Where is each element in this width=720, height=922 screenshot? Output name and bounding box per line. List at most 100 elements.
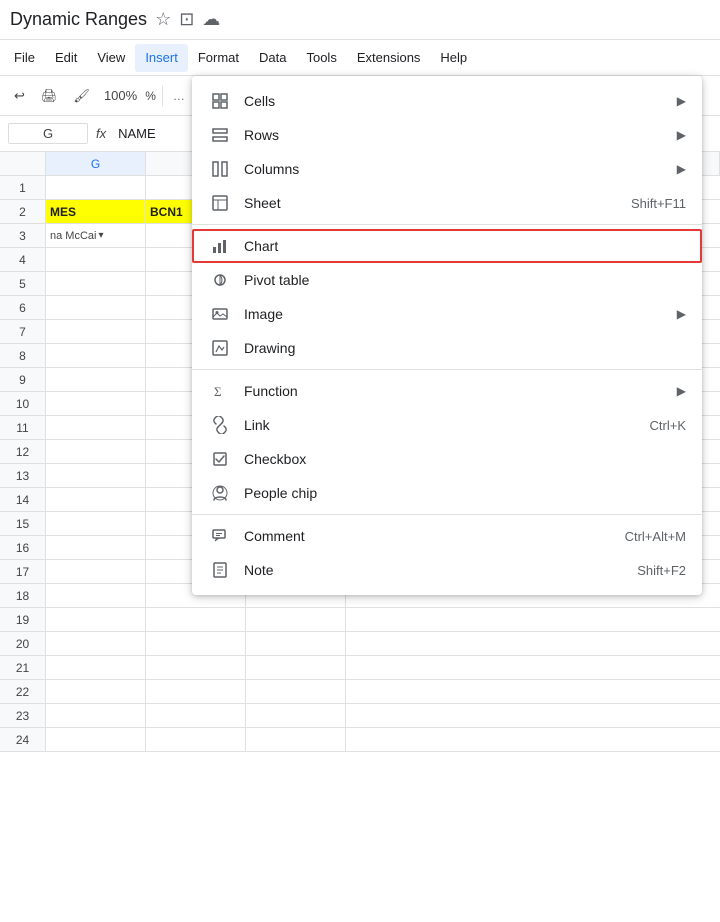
- cell[interactable]: [46, 416, 146, 439]
- undo-button[interactable]: ↩: [8, 84, 31, 108]
- people-label: People chip: [244, 485, 686, 501]
- cell[interactable]: [46, 584, 146, 607]
- menu-help[interactable]: Help: [430, 44, 477, 72]
- cell-reference[interactable]: G: [8, 123, 88, 144]
- note-icon: [208, 561, 232, 579]
- cell[interactable]: [46, 272, 146, 295]
- insert-image-item[interactable]: Image ▶: [192, 297, 702, 331]
- cell[interactable]: [46, 248, 146, 271]
- table-row: 22: [0, 680, 720, 704]
- cell[interactable]: [46, 728, 146, 751]
- insert-drawing-item[interactable]: Drawing: [192, 331, 702, 365]
- image-icon: [208, 305, 232, 323]
- cell[interactable]: [46, 344, 146, 367]
- table-row: 20: [0, 632, 720, 656]
- menu-data[interactable]: Data: [249, 44, 296, 72]
- table-row: 23: [0, 704, 720, 728]
- note-label: Note: [244, 562, 597, 578]
- row-num: 24: [0, 728, 46, 751]
- cell[interactable]: [246, 608, 346, 631]
- insert-chart-item[interactable]: Chart: [192, 229, 702, 263]
- insert-checkbox-item[interactable]: Checkbox: [192, 442, 702, 476]
- menu-edit[interactable]: Edit: [45, 44, 87, 72]
- chart-icon: [208, 237, 232, 255]
- col-header-g[interactable]: G: [46, 152, 146, 175]
- cell[interactable]: [246, 680, 346, 703]
- pivot-label: Pivot table: [244, 272, 686, 288]
- cell[interactable]: [46, 464, 146, 487]
- zoom-level[interactable]: 100%: [100, 88, 141, 103]
- insert-rows-item[interactable]: Rows ▶: [192, 118, 702, 152]
- menu-file[interactable]: File: [4, 44, 45, 72]
- cell[interactable]: [146, 632, 246, 655]
- row-num: 8: [0, 344, 46, 367]
- cell[interactable]: [46, 656, 146, 679]
- cell[interactable]: [46, 440, 146, 463]
- paint-format-button[interactable]: 🖌: [67, 84, 96, 108]
- cell[interactable]: [146, 680, 246, 703]
- row-num: 17: [0, 560, 46, 583]
- cell[interactable]: [46, 488, 146, 511]
- menu-format[interactable]: Format: [188, 44, 249, 72]
- cell-g3[interactable]: na McCai ▾: [46, 224, 146, 247]
- cell[interactable]: [146, 608, 246, 631]
- row-num: 18: [0, 584, 46, 607]
- dropdown-arrow-icon[interactable]: ▾: [98, 230, 103, 241]
- drawing-icon: [208, 339, 232, 357]
- cell[interactable]: [46, 560, 146, 583]
- cell[interactable]: [46, 296, 146, 319]
- insert-sheet-item[interactable]: Sheet Shift+F11: [192, 186, 702, 220]
- sheet-shortcut: Shift+F11: [631, 196, 686, 211]
- cloud-icon[interactable]: ☁: [202, 9, 220, 30]
- insert-cells-item[interactable]: Cells ▶: [192, 84, 702, 118]
- insert-comment-item[interactable]: Comment Ctrl+Alt+M: [192, 519, 702, 553]
- insert-columns-item[interactable]: Columns ▶: [192, 152, 702, 186]
- cell[interactable]: [146, 656, 246, 679]
- menu-insert[interactable]: Insert: [135, 44, 188, 72]
- row-num: 10: [0, 392, 46, 415]
- insert-pivot-item[interactable]: Pivot table: [192, 263, 702, 297]
- function-arrow-icon: ▶: [677, 384, 686, 398]
- cell[interactable]: [246, 728, 346, 751]
- cell[interactable]: [246, 632, 346, 655]
- cell[interactable]: [46, 536, 146, 559]
- row-num-2: 2: [0, 200, 46, 223]
- comment-label: Comment: [244, 528, 585, 544]
- star-icon[interactable]: ☆: [155, 9, 171, 30]
- folder-icon[interactable]: ⊡: [179, 9, 194, 30]
- insert-function-item[interactable]: Σ Function ▶: [192, 374, 702, 408]
- cell[interactable]: [46, 320, 146, 343]
- cell[interactable]: [46, 512, 146, 535]
- cell[interactable]: [146, 704, 246, 727]
- menu-extensions[interactable]: Extensions: [347, 44, 431, 72]
- cell[interactable]: [46, 680, 146, 703]
- rows-label: Rows: [244, 127, 669, 143]
- cell[interactable]: [146, 728, 246, 751]
- menu-view[interactable]: View: [87, 44, 135, 72]
- row-num: 21: [0, 656, 46, 679]
- cell-g2[interactable]: MES: [46, 200, 146, 223]
- corner-cell: [0, 152, 46, 175]
- rows-arrow-icon: ▶: [677, 128, 686, 142]
- cell[interactable]: [46, 704, 146, 727]
- cell[interactable]: [246, 656, 346, 679]
- separator-1: [192, 224, 702, 225]
- link-label: Link: [244, 417, 610, 433]
- cell[interactable]: [246, 704, 346, 727]
- separator-3: [192, 514, 702, 515]
- cell-g1[interactable]: [46, 176, 146, 199]
- insert-note-item[interactable]: Note Shift+F2: [192, 553, 702, 587]
- print-button[interactable]: 🖨: [35, 84, 64, 108]
- title-icons: ☆ ⊡ ☁: [155, 9, 220, 30]
- table-row: 24: [0, 728, 720, 752]
- insert-link-item[interactable]: Link Ctrl+K: [192, 408, 702, 442]
- menu-bar: File Edit View Insert Format Data Tools …: [0, 40, 720, 76]
- cell[interactable]: [46, 608, 146, 631]
- menu-tools[interactable]: Tools: [296, 44, 346, 72]
- insert-people-item[interactable]: People chip: [192, 476, 702, 510]
- cells-arrow-icon: ▶: [677, 94, 686, 108]
- cell[interactable]: [46, 368, 146, 391]
- cell[interactable]: [46, 392, 146, 415]
- row-num: 5: [0, 272, 46, 295]
- cell[interactable]: [46, 632, 146, 655]
